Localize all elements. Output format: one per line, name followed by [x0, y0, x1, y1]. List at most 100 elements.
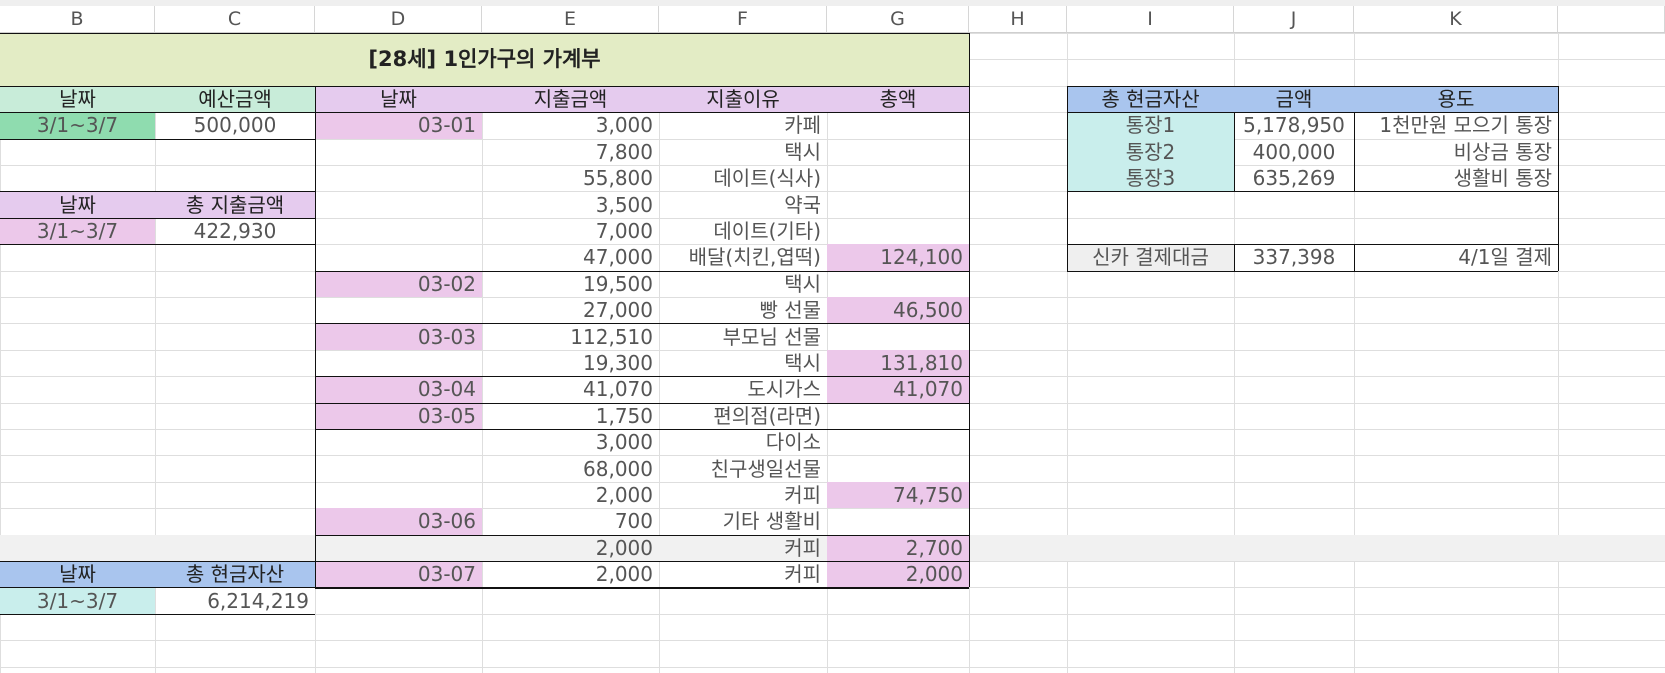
ledger-amount[interactable]: 112,510	[482, 323, 659, 349]
ledger-header-amount[interactable]: 지출금액	[482, 85, 659, 113]
budget-date[interactable]: 3/1~3/7	[0, 112, 155, 139]
ledger-reason[interactable]: 커피	[659, 561, 827, 587]
ledger-total[interactable]: 41,070	[827, 376, 969, 403]
ledger-reason[interactable]: 부모님 선물	[659, 323, 827, 349]
ledger-reason[interactable]: 택시	[659, 139, 827, 165]
ledger-header-reason[interactable]: 지출이유	[659, 85, 827, 113]
spend-amount[interactable]: 422,930	[155, 218, 315, 244]
ledger-total[interactable]: 46,500	[827, 297, 969, 324]
assets-header-amount[interactable]: 금액	[1234, 85, 1354, 113]
asset-purpose[interactable]: 비상금 통장	[1354, 139, 1558, 165]
ledger-amount[interactable]: 2,000	[482, 561, 659, 587]
spend-date[interactable]: 3/1~3/7	[0, 217, 155, 245]
asset-amount[interactable]: 635,269	[1234, 165, 1354, 191]
ledger-reason[interactable]: 데이트(식사)	[659, 165, 827, 191]
column-header-h[interactable]: H	[969, 6, 1067, 33]
ledger-total[interactable]: 2,700	[827, 534, 969, 561]
ledger-amount[interactable]: 19,300	[482, 350, 659, 376]
ledger-date[interactable]: 03-02	[315, 270, 482, 297]
asset-purpose[interactable]: 생활비 통장	[1354, 165, 1558, 191]
ledger-reason[interactable]: 커피	[659, 535, 827, 561]
asset-amount[interactable]: 400,000	[1234, 139, 1354, 165]
card-amount[interactable]: 337,398	[1234, 244, 1354, 270]
ledger-total[interactable]: 131,810	[827, 349, 969, 377]
column-header-g[interactable]: G	[827, 6, 969, 33]
ledger-amount[interactable]: 3,000	[482, 429, 659, 455]
ledger-amount[interactable]: 3,500	[482, 191, 659, 217]
budget-header-date[interactable]: 날짜	[0, 85, 155, 113]
ledger-date[interactable]: 03-07	[315, 561, 482, 588]
ledger-reason[interactable]: 데이트(기타)	[659, 218, 827, 244]
ledger-amount[interactable]: 3,000	[482, 112, 659, 138]
ledger-amount[interactable]: 27,000	[482, 297, 659, 323]
ledger-reason[interactable]: 배달(치킨,엽떡)	[659, 244, 827, 270]
border-block-mid	[0, 217, 315, 219]
card-purpose[interactable]: 4/1일 결제	[1354, 244, 1558, 270]
ledger-header-date[interactable]: 날짜	[315, 85, 482, 113]
ledger-total[interactable]: 2,000	[827, 561, 969, 588]
ledger-reason[interactable]: 커피	[659, 482, 827, 508]
column-header-d[interactable]: D	[315, 6, 482, 33]
budget-amount[interactable]: 500,000	[155, 112, 315, 138]
border-block-bottom	[0, 613, 315, 615]
ledger-date[interactable]: 03-01	[315, 112, 482, 139]
spend-header-date[interactable]: 날짜	[0, 191, 155, 218]
ledger-reason[interactable]: 약국	[659, 191, 827, 217]
ledger-amount[interactable]: 2,000	[482, 535, 659, 561]
asset-amount[interactable]: 5,178,950	[1234, 112, 1354, 138]
ledger-total[interactable]: 124,100	[827, 244, 969, 271]
ledger-reason[interactable]: 택시	[659, 271, 827, 297]
cash-amount[interactable]: 6,214,219	[155, 587, 315, 613]
assets-header-name[interactable]: 총 현금자산	[1067, 85, 1234, 113]
asset-name[interactable]: 통장3	[1067, 165, 1234, 192]
ledger-amount[interactable]: 7,000	[482, 218, 659, 244]
border-card-top	[1067, 244, 1558, 246]
ledger-date[interactable]: 03-03	[315, 323, 482, 350]
column-header-i[interactable]: I	[1067, 6, 1234, 33]
ledger-reason[interactable]: 빵 선물	[659, 297, 827, 323]
sheet-title[interactable]: [28세] 1인가구의 가계부	[0, 33, 969, 86]
asset-name[interactable]: 통장1	[1067, 112, 1234, 139]
asset-purpose[interactable]: 1천만원 모으기 통장	[1354, 112, 1558, 138]
ledger-reason[interactable]: 택시	[659, 350, 827, 376]
column-header-k[interactable]: K	[1354, 6, 1558, 33]
ledger-reason[interactable]: 도시가스	[659, 376, 827, 402]
cash-header-date[interactable]: 날짜	[0, 561, 155, 588]
card-name[interactable]: 신카 결제대금	[1067, 244, 1234, 271]
ledger-amount[interactable]: 7,800	[482, 139, 659, 165]
ledger-amount[interactable]: 47,000	[482, 244, 659, 270]
ledger-amount[interactable]: 55,800	[482, 165, 659, 191]
ledger-reason[interactable]: 다이소	[659, 429, 827, 455]
ledger-header-total[interactable]: 총액	[827, 85, 969, 113]
ledger-total[interactable]: 74,750	[827, 481, 969, 509]
spend-header-amount[interactable]: 총 지출금액	[155, 191, 315, 218]
ledger-date[interactable]: 03-05	[315, 402, 482, 429]
border-block-mid	[0, 587, 315, 589]
ledger-reason[interactable]: 편의점(라면)	[659, 403, 827, 429]
column-header-j[interactable]: J	[1234, 6, 1354, 33]
ledger-amount[interactable]: 19,500	[482, 271, 659, 297]
ledger-reason[interactable]: 기타 생활비	[659, 508, 827, 534]
column-header-e[interactable]: E	[482, 6, 659, 33]
cash-header-amount[interactable]: 총 현금자산	[155, 561, 315, 588]
assets-header-purpose[interactable]: 용도	[1354, 85, 1558, 113]
ledger-amount[interactable]: 68,000	[482, 455, 659, 481]
border-ledger-day	[315, 561, 969, 562]
ledger-amount[interactable]: 2,000	[482, 482, 659, 508]
ledger-amount[interactable]: 700	[482, 508, 659, 534]
gridline-row	[0, 666, 1665, 668]
ledger-reason[interactable]: 카페	[659, 112, 827, 138]
column-header-f[interactable]: F	[659, 6, 827, 33]
budget-header-amount[interactable]: 예산금액	[155, 85, 315, 113]
ledger-reason[interactable]: 친구생일선물	[659, 455, 827, 481]
column-header-b[interactable]: B	[0, 6, 155, 33]
column-header-c[interactable]: C	[155, 6, 315, 33]
border-assets-right	[1558, 85, 1559, 271]
ledger-date[interactable]: 03-06	[315, 508, 482, 535]
border-assets-inner	[1354, 112, 1355, 192]
asset-name[interactable]: 통장2	[1067, 138, 1234, 165]
cash-date[interactable]: 3/1~3/7	[0, 587, 155, 614]
ledger-amount[interactable]: 1,750	[482, 403, 659, 429]
ledger-amount[interactable]: 41,070	[482, 376, 659, 402]
ledger-date[interactable]: 03-04	[315, 376, 482, 403]
